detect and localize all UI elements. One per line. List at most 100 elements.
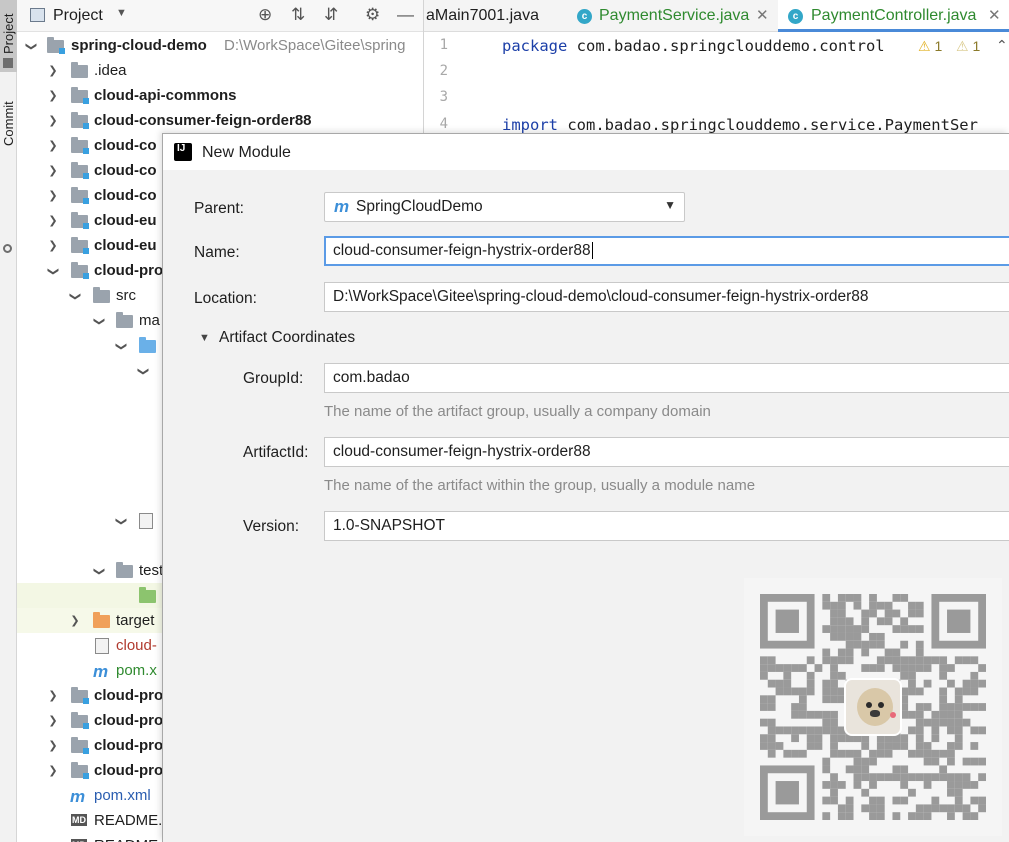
chevron-down-icon[interactable] <box>115 508 127 534</box>
chevron-down-icon[interactable]: ▼ <box>199 332 210 344</box>
qr-module <box>869 804 877 813</box>
qr-module <box>908 773 916 782</box>
minimize-icon[interactable]: — <box>397 6 414 24</box>
chevron-down-icon[interactable] <box>115 333 127 359</box>
version-input[interactable]: 1.0-SNAPSHOT <box>324 511 1009 541</box>
editor-tab-bar: aMain7001.java c PaymentService.java ✕ c… <box>424 0 1009 32</box>
chevron-down-icon[interactable]: ▼ <box>664 198 676 212</box>
markdown-icon: MD <box>71 814 87 826</box>
qr-module <box>861 664 870 672</box>
parent-select-value: SpringCloudDemo <box>356 198 483 215</box>
name-input[interactable]: cloud-consumer-feign-hystrix-order88 <box>324 236 1009 266</box>
qr-module <box>822 679 831 688</box>
chevron-right-icon[interactable] <box>47 208 59 234</box>
chevron-down-icon[interactable] <box>137 358 149 384</box>
chevron-right-icon[interactable] <box>47 58 59 84</box>
tree-item[interactable]: cloud-api-commons <box>17 83 423 109</box>
crosshair-icon[interactable]: ⊕ <box>258 6 272 24</box>
editor-tab[interactable]: c PaymentService.java ✕ <box>568 0 774 32</box>
tree-item[interactable]: cloud-consumer-feign-order88 <box>17 108 423 134</box>
chevron-right-icon[interactable] <box>47 158 59 184</box>
chevron-right-icon[interactable] <box>69 608 81 634</box>
expand-all-icon[interactable]: ⇅ <box>291 6 305 24</box>
qr-module <box>978 664 986 672</box>
chevron-down-icon[interactable] <box>93 558 105 584</box>
qr-module <box>892 609 901 618</box>
chevron-right-icon[interactable] <box>47 683 59 709</box>
qr-module <box>876 656 885 665</box>
qr-module <box>923 742 932 750</box>
chevron-right-icon[interactable] <box>47 133 59 159</box>
code-line[interactable]: import com.badao.springclouddemo.service… <box>502 116 978 134</box>
location-input-value: D:\WorkSpace\Gitee\spring-cloud-demo\clo… <box>333 288 869 305</box>
artifactid-input[interactable]: cloud-consumer-feign-hystrix-order88 <box>324 437 1009 467</box>
qr-module <box>837 609 846 618</box>
qr-module <box>947 788 955 797</box>
chevron-right-icon[interactable] <box>47 83 59 109</box>
qr-module <box>900 625 909 633</box>
chevron-right-icon[interactable] <box>47 758 59 784</box>
chevron-right-icon[interactable] <box>47 108 59 134</box>
code-line[interactable]: package com.badao.springclouddemo.contro… <box>502 37 885 55</box>
chevron-up-icon[interactable]: ⌃ <box>996 37 1008 54</box>
editor-tab[interactable]: aMain7001.java <box>424 0 566 32</box>
qr-module <box>915 703 924 711</box>
chevron-down-icon[interactable]: ▼ <box>116 7 127 19</box>
qr-module <box>884 601 893 610</box>
qr-module <box>915 710 924 719</box>
qr-module <box>970 812 979 820</box>
weak-warnings-indicator[interactable]: ⚠ 1 <box>956 38 980 55</box>
tool-window-strip: Project Commit <box>0 0 17 842</box>
editor-tab-active[interactable]: c PaymentController.java ✕ <box>778 0 1009 32</box>
parent-select[interactable]: m SpringCloudDemo ▼ <box>324 192 685 222</box>
chevron-right-icon[interactable] <box>47 183 59 209</box>
qr-module <box>947 679 955 688</box>
dialog-title-bar: IJ New Module <box>163 134 1009 170</box>
qr-module <box>923 679 932 688</box>
collapse-all-icon[interactable]: ⇵ <box>324 6 338 24</box>
qr-module <box>931 796 940 805</box>
chevron-down-icon[interactable] <box>93 308 105 334</box>
qr-module <box>962 687 971 696</box>
close-icon[interactable]: ✕ <box>988 0 1001 31</box>
project-tool-tab[interactable]: Project <box>0 0 17 72</box>
qr-module <box>822 781 831 789</box>
qr-module <box>915 687 924 696</box>
tree-item[interactable]: .idea <box>17 58 423 84</box>
chevron-down-icon[interactable] <box>47 258 59 284</box>
qr-module <box>939 718 948 727</box>
qr-module <box>791 749 799 758</box>
chevron-right-icon[interactable] <box>47 233 59 259</box>
warnings-indicator[interactable]: ⚠ 1 <box>918 38 942 55</box>
qr-module <box>869 632 877 641</box>
qr-module <box>900 664 909 672</box>
qr-module <box>915 773 924 782</box>
line-number: 4 <box>439 116 448 132</box>
pug-avatar-icon <box>844 678 902 736</box>
qr-module <box>760 656 768 665</box>
line-number: 3 <box>439 89 448 105</box>
chevron-right-icon[interactable] <box>47 708 59 734</box>
qr-module <box>869 749 877 758</box>
qr-module <box>869 773 877 782</box>
qr-module <box>908 679 916 688</box>
tree-item-label: cloud-api-commons <box>94 87 237 104</box>
qr-module <box>962 757 971 766</box>
chevron-down-icon[interactable] <box>25 33 37 59</box>
close-icon[interactable]: ✕ <box>756 0 769 31</box>
project-view-title[interactable]: Project <box>53 7 103 25</box>
location-input[interactable]: D:\WorkSpace\Gitee\spring-cloud-demo\clo… <box>324 282 1009 312</box>
commit-tool-tab[interactable]: Commit <box>0 88 17 253</box>
groupid-input[interactable]: com.badao <box>324 363 1009 393</box>
module-badge-icon <box>83 198 89 204</box>
qr-module <box>830 664 838 672</box>
folder-icon <box>93 287 110 303</box>
chevron-right-icon[interactable] <box>47 733 59 759</box>
qr-module <box>760 695 768 704</box>
chevron-down-icon[interactable] <box>69 283 81 309</box>
warning-icon: ⚠ <box>918 38 931 54</box>
qr-module <box>954 656 963 665</box>
artifact-coordinates-section[interactable]: Artifact Coordinates <box>219 329 355 347</box>
tree-root[interactable]: spring-cloud-demo D:\WorkSpace\Gitee\spr… <box>17 33 423 59</box>
gear-icon[interactable]: ⚙ <box>365 6 380 24</box>
